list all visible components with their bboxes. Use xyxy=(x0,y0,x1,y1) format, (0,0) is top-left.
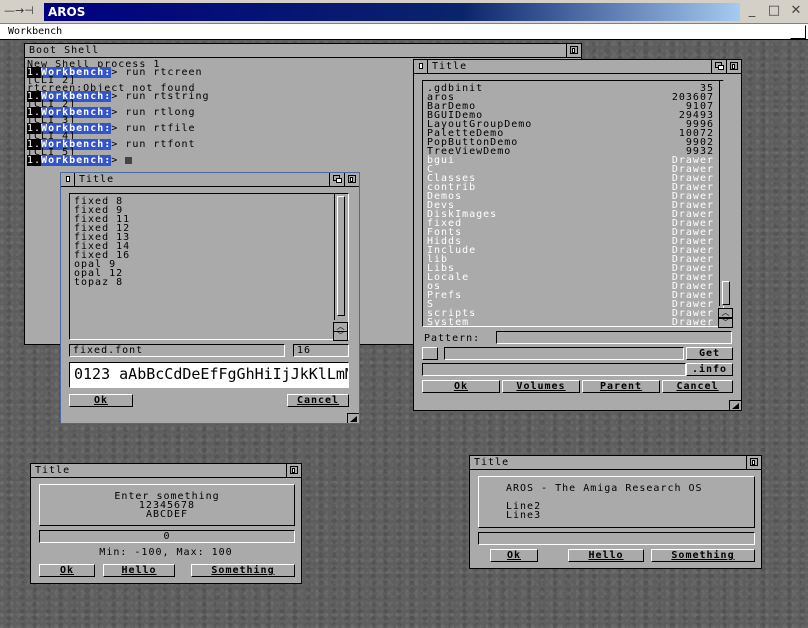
pattern-input[interactable] xyxy=(496,331,732,344)
message-dialog: Title AROS - The Amiga Research OS Line2… xyxy=(469,455,762,569)
hello-button[interactable]: Hello xyxy=(568,549,644,562)
scroll-up-icon[interactable]: ︿ xyxy=(718,308,733,318)
resize-icon[interactable] xyxy=(347,413,359,423)
file-req-title: Title xyxy=(432,61,468,72)
msg1-titlebar[interactable]: Title xyxy=(31,464,301,478)
scroll-down-icon[interactable]: ﹀ xyxy=(718,318,733,328)
close-icon[interactable] xyxy=(61,173,75,186)
prompt-dir: Workbench: xyxy=(41,155,112,166)
shell-command: run rtlong xyxy=(125,107,196,118)
ok-button[interactable]: Ok xyxy=(39,564,95,577)
scroll-down-icon[interactable]: ﹀ xyxy=(333,331,348,341)
depth-icon[interactable] xyxy=(746,456,761,469)
something-button[interactable]: Something xyxy=(651,549,755,562)
zoom-icon[interactable] xyxy=(566,44,581,57)
host-titlebar: —→⊣ AROS _ □ ✕ xyxy=(0,0,808,24)
shell-title: Boot Shell xyxy=(29,45,100,56)
file-input[interactable] xyxy=(422,363,686,376)
text-cursor xyxy=(125,156,133,164)
font-preview: 0123 aAbBcCdDeEfFgGhHiIjJkKlLmM xyxy=(69,362,349,388)
scroll-knob[interactable] xyxy=(722,281,730,305)
range-label: Min: -100, Max: 100 xyxy=(81,547,251,560)
screen-title: Workbench xyxy=(8,26,63,37)
shell-command: run rtfont xyxy=(125,139,196,150)
host-window-title: AROS xyxy=(44,3,740,21)
font-list[interactable]: fixed 8 fixed 9 fixed 11 fixed 12 fixed 13 fi… xyxy=(69,193,349,340)
font-req-titlebar[interactable]: Title xyxy=(61,173,359,187)
pattern-label: Pattern: xyxy=(424,333,481,344)
file-list-scrollbar[interactable] xyxy=(719,81,732,306)
drawer-input[interactable] xyxy=(444,347,684,360)
ok-button[interactable]: Ok xyxy=(490,549,538,562)
font-list-item[interactable]: topaz 8 xyxy=(70,278,348,288)
shell-command: run rtfile xyxy=(125,123,196,134)
number-input[interactable]: 0 xyxy=(39,530,295,543)
shell-command: run rtstring xyxy=(125,91,210,102)
close-button[interactable]: ✕ xyxy=(788,3,804,18)
maximize-button[interactable]: □ xyxy=(766,3,782,18)
hello-button[interactable]: Hello xyxy=(103,564,175,577)
drawer-list-item[interactable]: System Drawer xyxy=(423,318,718,327)
depth-icon[interactable] xyxy=(711,60,726,73)
font-req-title: Title xyxy=(79,174,115,185)
screen-depth-icon[interactable] xyxy=(790,25,806,39)
resize-icon[interactable] xyxy=(729,400,741,410)
msg1-line: ABCDEF xyxy=(145,509,189,520)
parent-button[interactable]: Parent xyxy=(582,380,660,393)
msg2-body: AROS - The Amiga Research OS Line2 Line3 xyxy=(478,476,755,528)
msg2-line: AROS - The Amiga Research OS xyxy=(506,483,703,494)
msg2-line: Line2 xyxy=(506,501,542,512)
ok-button[interactable]: Ok xyxy=(422,380,500,393)
prompt-number: 1. xyxy=(27,155,42,166)
depth-icon[interactable] xyxy=(286,464,301,477)
msg2-line: Line3 xyxy=(506,510,542,521)
ok-button[interactable]: Ok xyxy=(69,394,133,407)
file-req-titlebar[interactable]: Title xyxy=(414,60,741,74)
shell-titlebar[interactable]: Boot Shell xyxy=(25,44,581,58)
depth-icon[interactable] xyxy=(329,173,344,186)
info-button[interactable]: .info xyxy=(686,363,733,376)
file-size: Drawer xyxy=(671,317,714,327)
zoom-icon[interactable] xyxy=(726,60,741,73)
msg1-title: Title xyxy=(35,465,71,476)
cancel-button[interactable]: Cancel xyxy=(662,380,733,393)
close-icon[interactable] xyxy=(414,60,428,73)
msg2-title: Title xyxy=(474,457,510,468)
shell-command: run rtcreen xyxy=(125,67,203,78)
volumes-button[interactable]: Volumes xyxy=(502,380,580,393)
screen-titlebar: Workbench xyxy=(0,24,808,40)
msg2-input[interactable] xyxy=(478,532,755,545)
font-size-input[interactable]: 16 xyxy=(293,344,349,357)
minimize-button[interactable]: _ xyxy=(744,3,760,18)
msg2-line xyxy=(506,493,754,502)
shell-prompt: 1.Workbench: xyxy=(27,155,112,166)
msg1-body: Enter something 12345678 ABCDEF xyxy=(39,484,295,526)
get-long-dialog: Title Enter something 12345678 ABCDEF 0 … xyxy=(30,463,302,584)
zoom-icon[interactable] xyxy=(344,173,359,186)
font-requester-window: Title fixed 8 fixed 9 fixed 11 fixed 12 fixe… xyxy=(60,172,360,424)
file-list[interactable]: .gdbinit 35 aros 203607 BarDemo 9107 BGUIDemo 2… xyxy=(422,80,724,327)
drawer-toggle-button[interactable] xyxy=(422,347,438,360)
font-name-input[interactable]: fixed.font xyxy=(69,344,285,357)
msg2-titlebar[interactable]: Title xyxy=(470,456,761,470)
window-menu-icon[interactable]: —→⊣ xyxy=(4,4,34,17)
font-list-scrollbar[interactable] xyxy=(334,194,347,320)
get-button[interactable]: Get xyxy=(686,347,733,360)
something-button[interactable]: Something xyxy=(191,564,295,577)
file-requester-window: Title .gdbinit 35 aros 203607 BarDemo 9107 BGU… xyxy=(413,59,742,411)
cancel-button[interactable]: Cancel xyxy=(287,394,349,407)
scroll-knob[interactable] xyxy=(337,196,345,316)
file-name: System xyxy=(427,317,470,327)
